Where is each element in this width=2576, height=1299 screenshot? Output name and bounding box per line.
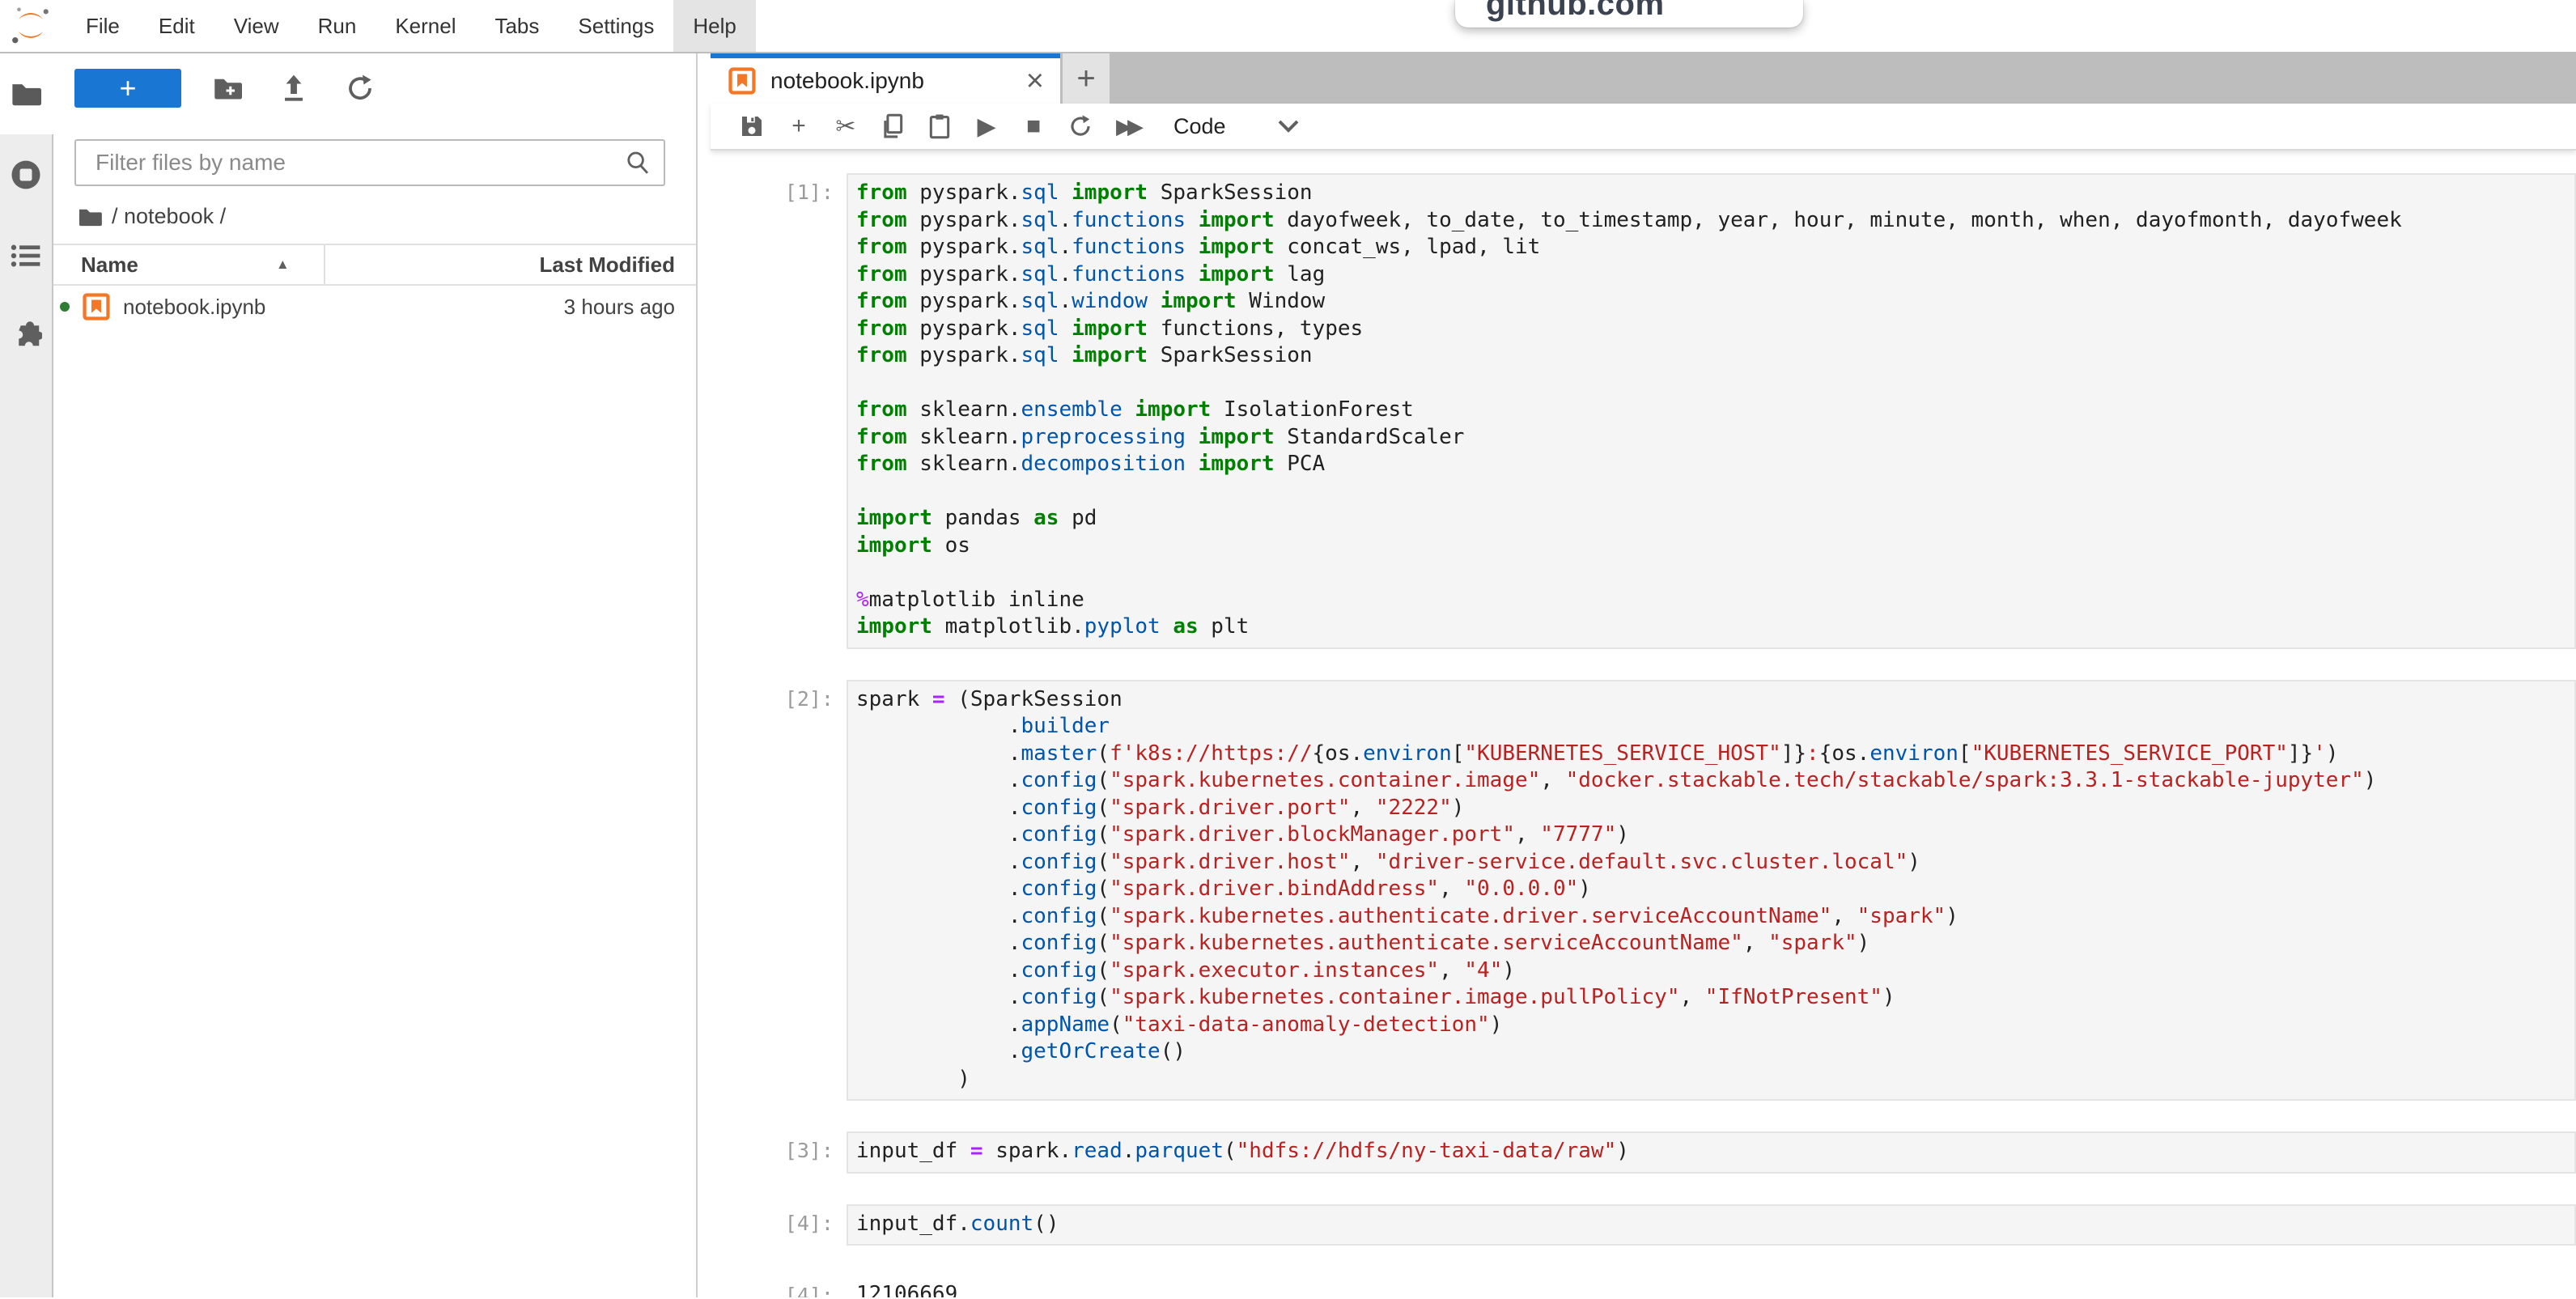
- popup-domain-text: github.com: [1486, 0, 1665, 23]
- refresh-icon: [346, 74, 375, 103]
- menu-bar: FileEditViewRunKernelTabsSettingsHelp: [0, 0, 2576, 53]
- file-list-item[interactable]: notebook.ipynb 3 hours ago: [53, 286, 696, 328]
- input-prompt: [1]:: [711, 173, 847, 649]
- jupyterlab-window: FileEditViewRunKernelTabsSettingsHelp gi…: [0, 0, 2576, 1299]
- notebook-file-icon: [83, 293, 110, 321]
- file-list-header: Name ▲ Last Modified: [53, 244, 696, 286]
- cell-editor[interactable]: spark = (SparkSession .builder .master(f…: [847, 680, 2576, 1102]
- notebook-scroll-area: [1]:from pyspark.sql import SparkSession…: [711, 151, 2576, 1297]
- tab-label: notebook.ipynb: [770, 68, 924, 94]
- output-cell: [4]:12106669: [711, 1276, 2576, 1297]
- save-icon: [740, 114, 764, 138]
- column-header-last-modified[interactable]: Last Modified: [324, 245, 696, 284]
- file-modified: 3 hours ago: [265, 295, 696, 320]
- new-tab-button[interactable]: +: [1063, 53, 1110, 104]
- running-sessions-icon: [10, 159, 42, 191]
- menu-item-settings[interactable]: Settings: [558, 0, 673, 52]
- home-folder-icon: [78, 206, 102, 227]
- dock-panel: notebook.ipynb × + + ✂: [711, 53, 2576, 1297]
- refresh-button[interactable]: [340, 68, 380, 108]
- file-filter: [74, 139, 665, 186]
- menu-item-file[interactable]: File: [66, 0, 139, 52]
- tab-bar: notebook.ipynb × +: [711, 53, 2576, 104]
- file-browser-panel: +: [53, 53, 698, 1297]
- run-cell-button[interactable]: ▶: [963, 103, 1010, 150]
- cell-list: [1]:from pyspark.sql import SparkSession…: [711, 173, 2576, 1297]
- code-cell: [3]:input_df = spark.read.parquet("hdfs:…: [711, 1131, 2576, 1174]
- notebook-toolbar: + ✂ ▶ ■: [711, 104, 2576, 151]
- output-prompt: [4]:: [711, 1276, 847, 1297]
- file-name: notebook.ipynb: [123, 295, 265, 320]
- code-cell: [4]:input_df.count(): [711, 1204, 2576, 1246]
- cell-editor[interactable]: from pyspark.sql import SparkSessionfrom…: [847, 173, 2576, 649]
- close-tab-button[interactable]: ×: [1026, 66, 1044, 96]
- cut-cells-button[interactable]: ✂: [822, 103, 869, 150]
- kernel-running-dot: [60, 302, 70, 312]
- sidebar-strip-filler: [0, 377, 53, 1297]
- breadcrumb[interactable]: / notebook /: [78, 204, 696, 229]
- sidebar-item-extension-manager[interactable]: [0, 296, 53, 377]
- upload-button[interactable]: [274, 68, 314, 108]
- paste-icon: [928, 113, 951, 139]
- cell-type-value: Code: [1173, 114, 1226, 139]
- add-cell-button[interactable]: +: [775, 103, 822, 150]
- file-browser-toolbar: +: [53, 53, 696, 123]
- sidebar-item-running-sessions[interactable]: [0, 134, 53, 215]
- copy-icon: [881, 113, 904, 139]
- cell-output-area: 12106669: [847, 1276, 2576, 1297]
- search-icon: [625, 150, 651, 176]
- folder-icon: [11, 80, 41, 108]
- sort-ascending-icon: ▲: [276, 257, 290, 273]
- menu-item-kernel[interactable]: Kernel: [376, 0, 475, 52]
- code-cell: [1]:from pyspark.sql import SparkSession…: [711, 173, 2576, 649]
- input-prompt: [3]:: [711, 1131, 847, 1174]
- menu-item-help[interactable]: Help: [673, 0, 755, 52]
- panel-split-handle[interactable]: [698, 53, 711, 1297]
- restart-run-all-button[interactable]: ▶▶: [1104, 103, 1151, 150]
- tab-notebook[interactable]: notebook.ipynb ×: [711, 53, 1060, 104]
- input-prompt: [4]:: [711, 1204, 847, 1246]
- restart-icon: [1068, 114, 1093, 138]
- workspace: +: [0, 53, 2576, 1297]
- paste-cells-button[interactable]: [916, 103, 963, 150]
- sidebar-item-file-browser[interactable]: [0, 53, 53, 134]
- code-cell: [2]:spark = (SparkSession .builder .mast…: [711, 680, 2576, 1102]
- cell-editor[interactable]: input_df = spark.read.parquet("hdfs://hd…: [847, 1131, 2576, 1174]
- sidebar-item-table-of-contents[interactable]: [0, 215, 53, 296]
- menu-item-edit[interactable]: Edit: [139, 0, 214, 52]
- new-folder-button[interactable]: [207, 68, 248, 108]
- table-of-contents-icon: [11, 243, 41, 269]
- copy-cells-button[interactable]: [869, 103, 916, 150]
- puzzle-icon: [10, 321, 42, 353]
- menu-item-tabs[interactable]: Tabs: [475, 0, 558, 52]
- input-prompt: [2]:: [711, 680, 847, 1102]
- restart-kernel-button[interactable]: [1057, 103, 1104, 150]
- menu-item-run[interactable]: Run: [299, 0, 376, 52]
- new-folder-icon: [213, 75, 242, 101]
- breadcrumb-path: / notebook /: [112, 204, 226, 229]
- jupyter-logo: [10, 5, 52, 47]
- upload-icon: [281, 74, 307, 103]
- menu-items: FileEditViewRunKernelTabsSettingsHelp: [66, 0, 756, 52]
- stop-kernel-button[interactable]: ■: [1010, 103, 1057, 150]
- menu-item-view[interactable]: View: [214, 0, 299, 52]
- column-header-name[interactable]: Name ▲: [53, 253, 324, 278]
- new-launcher-button[interactable]: +: [74, 69, 181, 108]
- chevron-down-icon: [1278, 120, 1299, 133]
- save-button[interactable]: [728, 103, 775, 150]
- filter-files-input[interactable]: [74, 139, 665, 186]
- file-list: notebook.ipynb 3 hours ago: [53, 286, 696, 328]
- notebook-file-icon: [728, 67, 756, 95]
- cell-type-dropdown[interactable]: Code: [1173, 114, 1299, 139]
- cell-editor[interactable]: input_df.count(): [847, 1204, 2576, 1246]
- browser-popup: github.com: [1455, 0, 1803, 28]
- sidebar-icon-strip: [0, 53, 53, 1297]
